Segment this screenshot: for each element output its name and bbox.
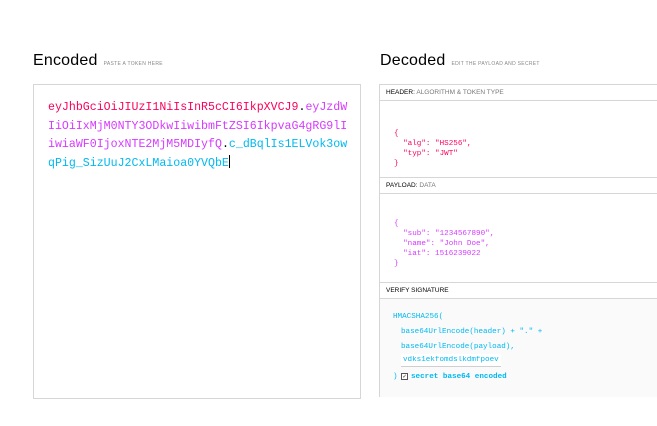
secret-base64-checkbox[interactable]: ✓ (401, 373, 408, 380)
payload-json: { "sub": "1234567890", "name": "John Doe… (394, 219, 494, 269)
encoded-heading: Encoded PASTE A TOKEN HERE (33, 52, 163, 70)
hmac-function: HMACSHA256( (393, 313, 444, 321)
alg-value: "HS256", (435, 140, 472, 148)
alg-key: "alg": (403, 140, 431, 148)
payload-sublabel: DATA (419, 182, 436, 189)
typ-value: "JWT" (435, 150, 458, 158)
brace-close: } (394, 260, 399, 268)
encoded-token-editor[interactable]: eyJhbGciOiJIUzI1NiIsInR5cCI6IkpXVCJ9.eyJ… (33, 84, 361, 399)
header-panel-title: HEADER: ALGORITHM & TOKEN TYPE (379, 84, 657, 101)
token-dot: . (221, 138, 229, 151)
decoded-heading: Decoded EDIT THE PAYLOAD AND SECRET (380, 52, 540, 70)
typ-key: "typ": (403, 150, 431, 158)
token-text[interactable]: eyJhbGciOiJIUzI1NiIsInR5cCI6IkpXVCJ9.eyJ… (48, 99, 348, 173)
encoded-hint: PASTE A TOKEN HERE (103, 61, 163, 67)
hmac-close-paren: ) (393, 373, 398, 381)
brace-close: } (394, 160, 399, 168)
header-json: { "alg": "HS256", "typ": "JWT" } (394, 129, 472, 169)
secret-base64-label[interactable]: secret base64 encoded (411, 372, 507, 382)
encode-header-line: base64UrlEncode(header) + "." + (401, 328, 543, 336)
brace-open: { (394, 220, 399, 228)
verify-label: VERIFY SIGNATURE (386, 287, 449, 294)
verify-panel-title: VERIFY SIGNATURE (379, 282, 657, 299)
decoded-hint: EDIT THE PAYLOAD AND SECRET (451, 61, 540, 67)
brace-open: { (394, 130, 399, 138)
iat-key: "iat": (403, 250, 431, 258)
decoded-panels: HEADER: ALGORITHM & TOKEN TYPE { "alg": … (379, 84, 657, 397)
payload-json-editor[interactable]: { "sub": "1234567890", "name": "John Doe… (379, 194, 657, 282)
sub-key: "sub": (403, 230, 431, 238)
name-key: "name": (403, 240, 436, 248)
header-sublabel: ALGORITHM & TOKEN TYPE (416, 89, 504, 96)
token-header-part: eyJhbGciOiJIUzI1NiIsInR5cCI6IkpXVCJ9 (48, 101, 299, 114)
sub-value: "1234567890", (435, 230, 495, 238)
header-json-editor[interactable]: { "alg": "HS256", "typ": "JWT" } (379, 101, 657, 177)
verify-signature-panel: HMACSHA256( base64UrlEncode(header) + ".… (379, 299, 657, 397)
iat-value: 1516239022 (435, 250, 481, 258)
secret-input[interactable] (401, 354, 501, 367)
header-label: HEADER: (386, 89, 415, 96)
encode-payload-line: base64UrlEncode(payload), (401, 343, 515, 351)
encoded-title: Encoded (33, 52, 98, 69)
text-caret (228, 154, 230, 168)
payload-panel-title: PAYLOAD: DATA (379, 177, 657, 194)
payload-label: PAYLOAD: (386, 182, 418, 189)
name-value: "John Doe", (439, 240, 490, 248)
decoded-title: Decoded (380, 52, 446, 69)
